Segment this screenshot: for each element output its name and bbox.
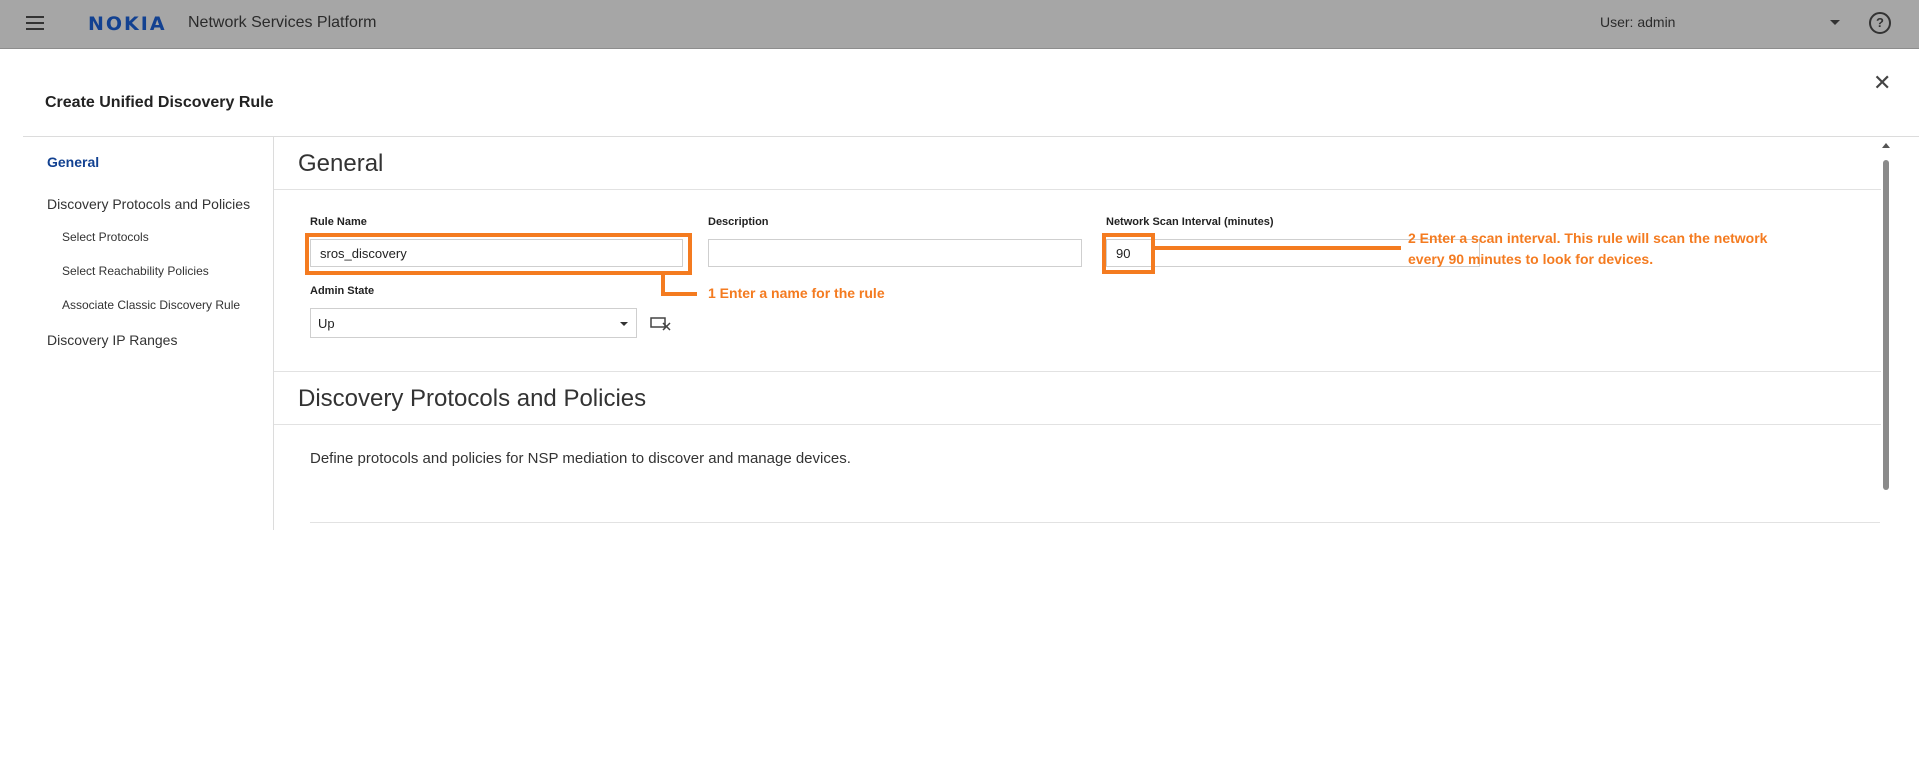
admin-state-label: Admin State [310,285,375,297]
top-bar: NOKIA Network Services Platform User: ad… [0,0,1919,49]
close-icon[interactable]: ✕ [1873,72,1891,94]
callout-connector [661,292,697,296]
scroll-thumb[interactable] [1883,160,1889,490]
user-menu-label[interactable]: User: admin [1600,14,1675,30]
help-icon[interactable]: ? [1869,12,1891,34]
nav-item-select-reachability-policies[interactable]: Select Reachability Policies [62,264,209,278]
vertical-scrollbar[interactable] [1881,143,1891,530]
protocols-description: Define protocols and policies for NSP me… [310,450,851,467]
menu-icon[interactable] [26,16,44,30]
section-title-general: General [298,150,384,177]
section-divider [310,522,1880,523]
admin-state-value: Up [318,316,335,331]
highlight-scan-interval [1102,233,1155,274]
description-label: Description [708,216,769,228]
description-input[interactable] [708,239,1082,267]
nav-item-discovery-protocols[interactable]: Discovery Protocols and Policies [47,196,250,212]
callout-scan-interval-line2: every 90 minutes to look for devices. [1408,251,1654,267]
nav-item-associate-classic-rule[interactable]: Associate Classic Discovery Rule [62,298,240,312]
left-navigation: General Discovery Protocols and Policies… [23,137,274,530]
scroll-up-icon[interactable] [1882,143,1890,148]
nav-item-select-protocols[interactable]: Select Protocols [62,230,149,244]
callout-rule-name: 1 Enter a name for the rule [708,285,885,301]
chevron-down-icon[interactable] [1830,20,1840,25]
admin-state-select[interactable]: Up [310,308,637,338]
callout-connector [1155,246,1401,250]
rule-name-label: Rule Name [310,216,367,228]
app-title: Network Services Platform [188,14,377,31]
nav-item-discovery-ip-ranges[interactable]: Discovery IP Ranges [47,332,177,348]
scan-interval-label: Network Scan Interval (minutes) [1106,216,1274,228]
highlight-rule-name [305,233,692,275]
section-divider [274,371,1881,372]
clear-selection-icon[interactable] [650,315,672,331]
callout-scan-interval: 2 Enter a scan interval. This rule will … [1408,228,1767,270]
section-divider [274,189,1881,190]
nokia-logo: NOKIA [88,13,167,35]
chevron-down-icon [620,322,628,326]
nav-item-general[interactable]: General [47,154,99,170]
section-divider [274,424,1881,425]
section-title-discovery-protocols: Discovery Protocols and Policies [298,385,647,412]
callout-scan-interval-line1: 2 Enter a scan interval. This rule will … [1408,230,1768,246]
content-panel: General Rule Name Description Network Sc… [274,137,1881,530]
dialog-title: Create Unified Discovery Rule [45,94,274,111]
